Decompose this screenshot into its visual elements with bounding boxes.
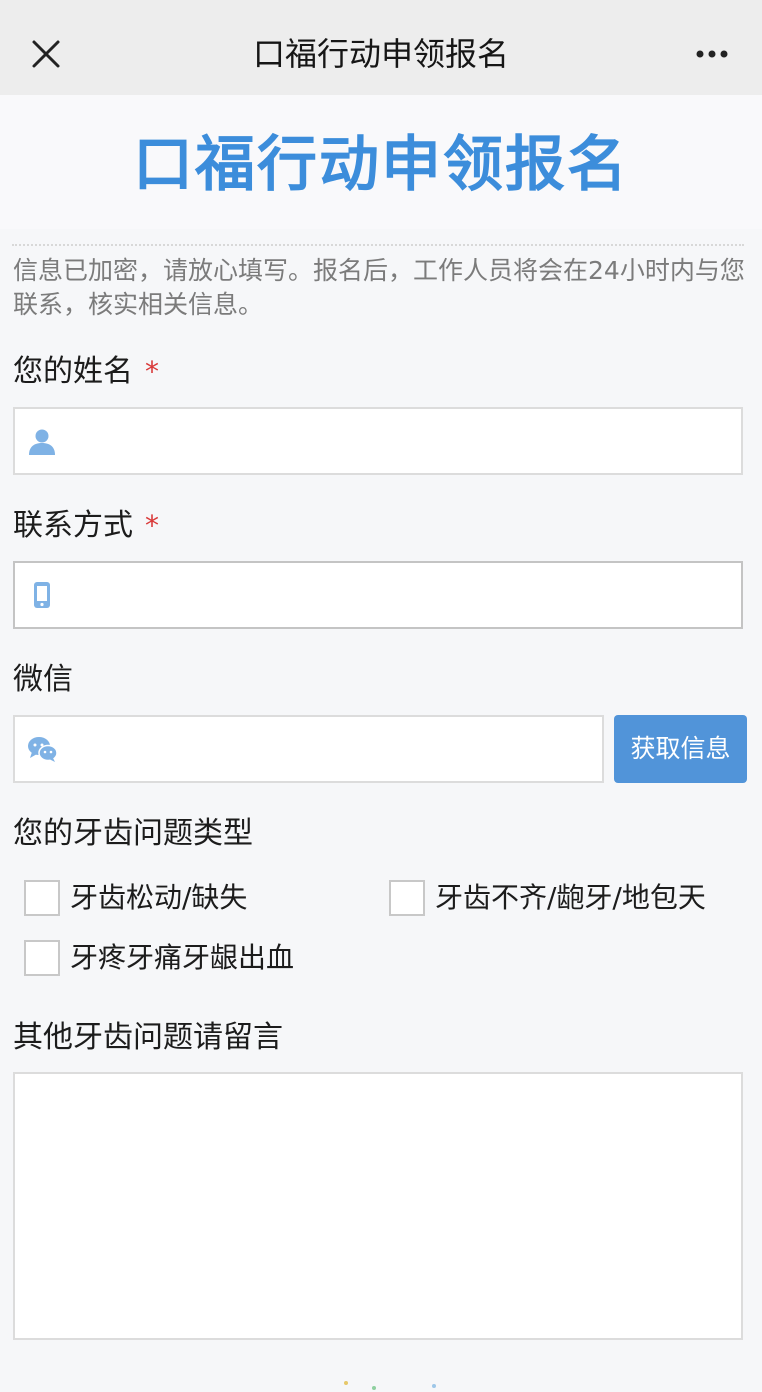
wechat-field[interactable]: [13, 715, 604, 783]
more-icon[interactable]: [692, 38, 732, 70]
contact-label-text: 联系方式: [13, 508, 133, 543]
option-misaligned-teeth[interactable]: 牙齿不齐/龅牙/地包天: [389, 880, 749, 920]
close-icon[interactable]: [26, 34, 66, 74]
name-input[interactable]: [75, 409, 731, 473]
navigation-bar: 口福行动申领报名: [0, 0, 762, 95]
option-loose-missing-teeth[interactable]: 牙齿松动/缺失: [24, 880, 354, 920]
name-label-text: 您的姓名: [13, 354, 133, 389]
wechat-label: 微信: [13, 662, 73, 697]
name-field[interactable]: [13, 407, 743, 475]
option-toothache-bleeding[interactable]: 牙疼牙痛牙龈出血: [24, 940, 354, 980]
decorative-dot: [432, 1384, 436, 1388]
name-label: 您的姓名 *: [13, 352, 159, 392]
message-textarea[interactable]: [15, 1074, 741, 1338]
contact-label: 联系方式 *: [13, 506, 159, 546]
decorative-dot: [344, 1381, 348, 1385]
dental-problems-label: 您的牙齿问题类型: [13, 816, 253, 851]
wechat-input[interactable]: [75, 717, 592, 781]
option-label: 牙疼牙痛牙龈出血: [70, 941, 295, 974]
option-label: 牙齿不齐/龅牙/地包天: [435, 881, 706, 914]
decorative-dot: [372, 1386, 376, 1390]
checkbox[interactable]: [24, 940, 60, 976]
option-label: 牙齿松动/缺失: [70, 881, 248, 914]
contact-field[interactable]: [13, 561, 743, 629]
user-icon: [27, 426, 57, 456]
phone-icon: [27, 580, 57, 610]
contact-input[interactable]: [75, 563, 731, 627]
required-mark: *: [145, 355, 159, 388]
divider: [12, 244, 744, 246]
checkbox[interactable]: [389, 880, 425, 916]
checkbox[interactable]: [24, 880, 60, 916]
wechat-icon: [27, 734, 58, 764]
required-mark: *: [145, 509, 159, 542]
message-label: 其他牙齿问题请留言: [13, 1020, 283, 1055]
message-field[interactable]: [13, 1072, 743, 1340]
navigation-title: 口福行动申领报名: [252, 35, 509, 73]
privacy-notice: 信息已加密，请放心填写。报名后，工作人员将会在24小时内与您联系，核实相关信息。: [13, 256, 745, 319]
get-info-button[interactable]: 获取信息: [614, 715, 747, 783]
page-title: 口福行动申领报名: [133, 130, 629, 200]
